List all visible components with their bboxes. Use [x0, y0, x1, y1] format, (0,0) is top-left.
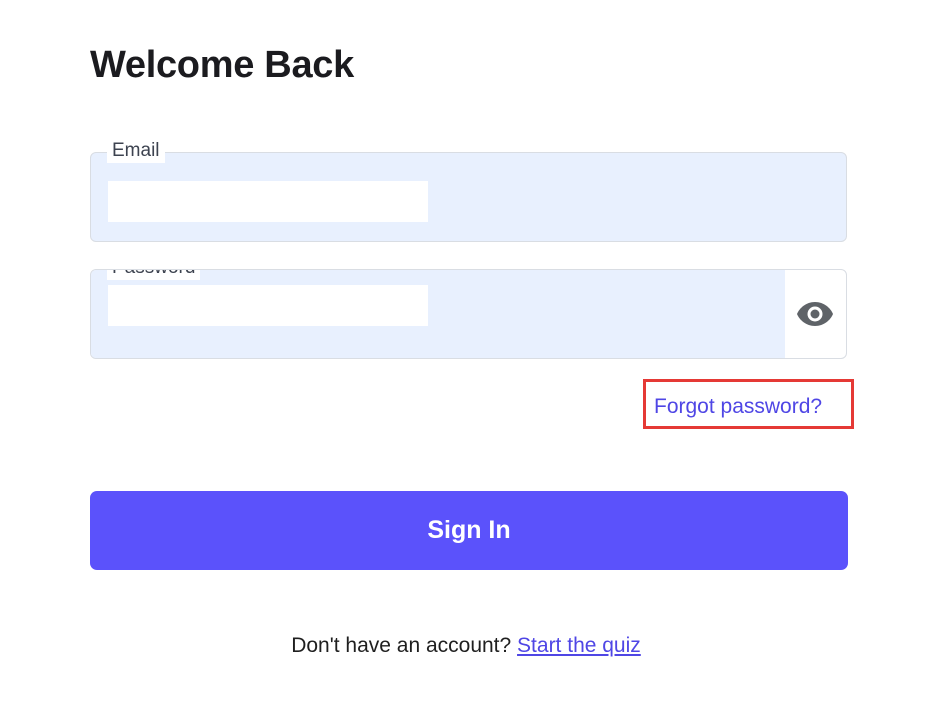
- password-field: Password: [90, 269, 847, 359]
- email-label: Email: [107, 139, 165, 163]
- page-title: Welcome Back: [90, 44, 354, 86]
- sign-in-button[interactable]: Sign In: [90, 491, 848, 570]
- email-input[interactable]: [108, 181, 428, 222]
- start-quiz-link[interactable]: Start the quiz: [517, 634, 641, 657]
- password-label: Password: [107, 270, 201, 280]
- email-field: Email: [90, 139, 847, 242]
- show-password-button[interactable]: [784, 270, 846, 358]
- eye-icon: [797, 302, 833, 326]
- signup-prompt-text: Don't have an account?: [291, 634, 512, 657]
- signup-prompt-row: Don't have an account? Start the quiz: [0, 634, 932, 658]
- login-page: Welcome Back Email Password Forgot passw…: [0, 0, 932, 705]
- forgot-password-link[interactable]: Forgot password?: [654, 395, 822, 419]
- password-input[interactable]: [108, 285, 428, 326]
